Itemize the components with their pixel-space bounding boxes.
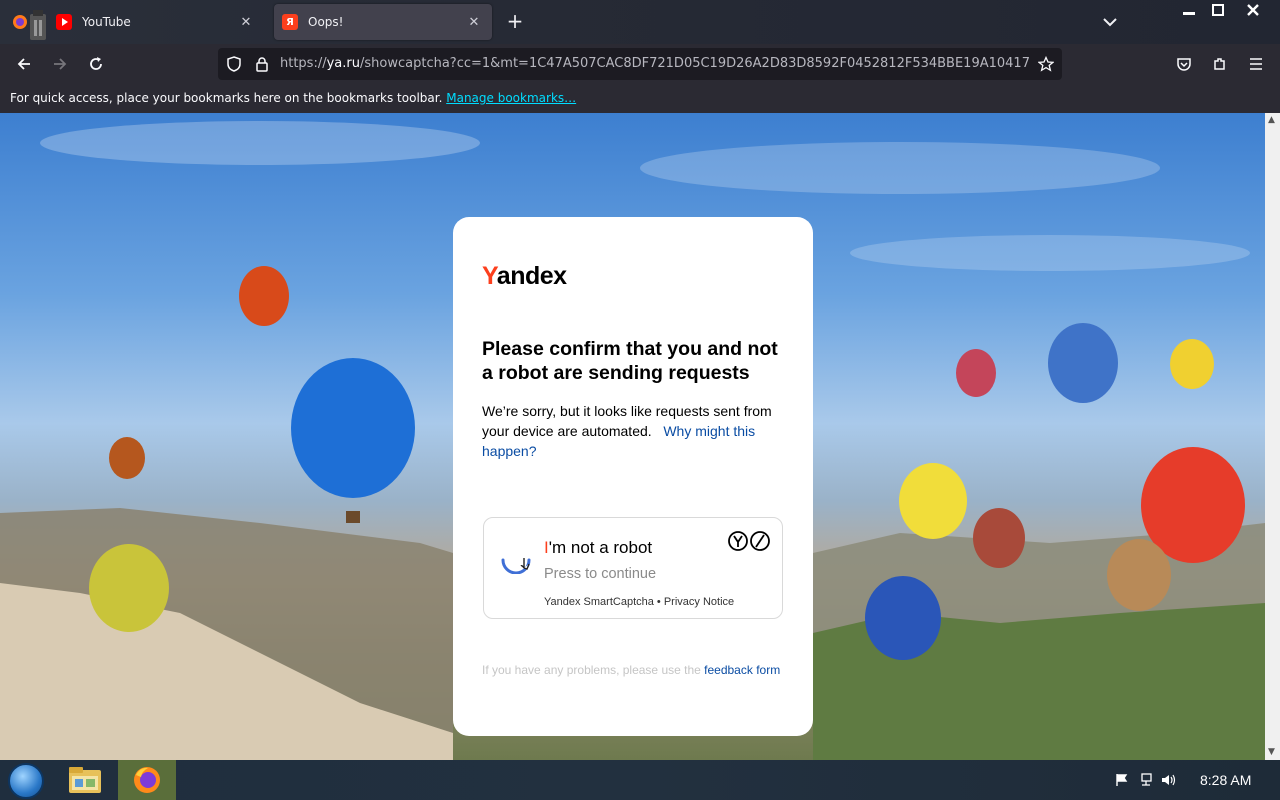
list-all-tabs-chevron-icon[interactable] xyxy=(1098,10,1122,34)
action-center-flag-icon[interactable] xyxy=(1114,772,1130,788)
page-title: Please confirm that you and not a robot … xyxy=(482,338,778,384)
lock-icon[interactable] xyxy=(252,54,272,74)
tab-close-icon[interactable]: ✕ xyxy=(234,10,258,34)
file-manager-icon[interactable] xyxy=(68,766,102,794)
close-icon xyxy=(1247,4,1259,16)
tab-youtube[interactable]: YouTube ✕ xyxy=(8,4,264,40)
clock[interactable]: 8:28 AM xyxy=(1200,772,1251,788)
start-menu-button[interactable] xyxy=(8,763,44,799)
tab-close-icon[interactable]: ✕ xyxy=(462,10,486,34)
captcha-card: Yandex Please confirm that you and not a… xyxy=(453,217,813,736)
bookmark-star-icon[interactable] xyxy=(1036,54,1056,74)
url-domain: ya.ru xyxy=(326,56,360,71)
new-tab-button[interactable]: + xyxy=(503,10,527,34)
firefox-icon xyxy=(134,767,160,793)
puzzle-icon xyxy=(1214,58,1225,70)
captcha-title: I'm not a robot xyxy=(544,538,653,557)
network-icon[interactable] xyxy=(1138,772,1154,788)
app-menu-button[interactable] xyxy=(1242,50,1270,78)
yandex-favicon-icon: Я xyxy=(282,14,298,30)
tab-oops[interactable]: Я Oops! ✕ xyxy=(274,4,492,40)
feedback-form-link[interactable]: feedback form xyxy=(704,663,780,677)
smartcaptcha-logo-icon xyxy=(728,531,770,551)
reload-icon xyxy=(90,57,102,70)
feedback-note: If you have any problems, please use the… xyxy=(482,661,782,679)
taskbar: 8:28 AM xyxy=(0,760,1280,800)
captcha-spinner-icon[interactable] xyxy=(500,542,532,574)
scroll-up-arrow-icon[interactable]: ▲ xyxy=(1268,115,1275,125)
pocket-button[interactable] xyxy=(1170,50,1198,78)
url-text[interactable]: https://ya.ru/showcaptcha?cc=1&mt=1C47A5… xyxy=(280,56,1030,71)
back-button[interactable] xyxy=(10,50,38,78)
minimize-icon xyxy=(1183,12,1195,15)
tab-title: YouTube xyxy=(82,15,131,29)
smartcaptcha-brand-link[interactable]: Yandex SmartCaptcha xyxy=(544,596,654,608)
bookmarks-hint-text: For quick access, place your bookmarks h… xyxy=(10,91,443,105)
feedback-text: If you have any problems, please use the xyxy=(482,663,701,677)
hamburger-menu-icon xyxy=(1250,58,1262,70)
url-path: /showcaptcha?cc=1&mt=1C47A507CAC8DF721D0… xyxy=(360,56,1030,71)
pocket-icon xyxy=(1177,58,1191,71)
taskbar-firefox-button[interactable] xyxy=(118,760,176,800)
tab-strip: YouTube ✕ Я Oops! ✕ + xyxy=(0,0,1280,44)
tracking-protection-shield-icon[interactable] xyxy=(224,54,244,74)
page-content: Yandex Please confirm that you and not a… xyxy=(0,113,1265,760)
forward-arrow-icon xyxy=(54,58,67,70)
manage-bookmarks-link[interactable]: Manage bookmarks… xyxy=(446,91,576,105)
scroll-down-arrow-icon[interactable]: ▼ xyxy=(1268,747,1275,757)
url-bar[interactable]: https://ya.ru/showcaptcha?cc=1&mt=1C47A5… xyxy=(218,48,1062,80)
privacy-notice-link[interactable]: Privacy Notice xyxy=(664,596,734,608)
volume-icon[interactable] xyxy=(1161,772,1177,788)
captcha-subtitle: Press to continue xyxy=(544,566,657,582)
youtube-favicon-icon xyxy=(56,14,72,30)
vertical-scrollbar[interactable]: ▲ ▼ xyxy=(1265,113,1280,760)
separator-dot: • xyxy=(656,596,661,608)
close-window-button[interactable] xyxy=(1236,0,1270,20)
reload-button[interactable] xyxy=(82,50,110,78)
description: We’re sorry, but it looks like requests … xyxy=(482,401,787,461)
url-scheme: https:// xyxy=(280,56,327,71)
restore-icon xyxy=(1212,4,1224,16)
captcha-footer: Yandex SmartCaptcha • Privacy Notice xyxy=(544,596,734,608)
tab-title: Oops! xyxy=(308,15,344,29)
smartcaptcha-checkbox[interactable]: I'm not a robot Press to continue Yandex… xyxy=(483,517,783,619)
forward-button[interactable] xyxy=(46,50,74,78)
yandex-logo: Yandex xyxy=(482,262,567,290)
bookmarks-toolbar: For quick access, place your bookmarks h… xyxy=(0,84,1280,113)
back-arrow-icon xyxy=(17,58,30,70)
restore-button[interactable] xyxy=(1201,0,1235,20)
extensions-button[interactable] xyxy=(1206,50,1234,78)
